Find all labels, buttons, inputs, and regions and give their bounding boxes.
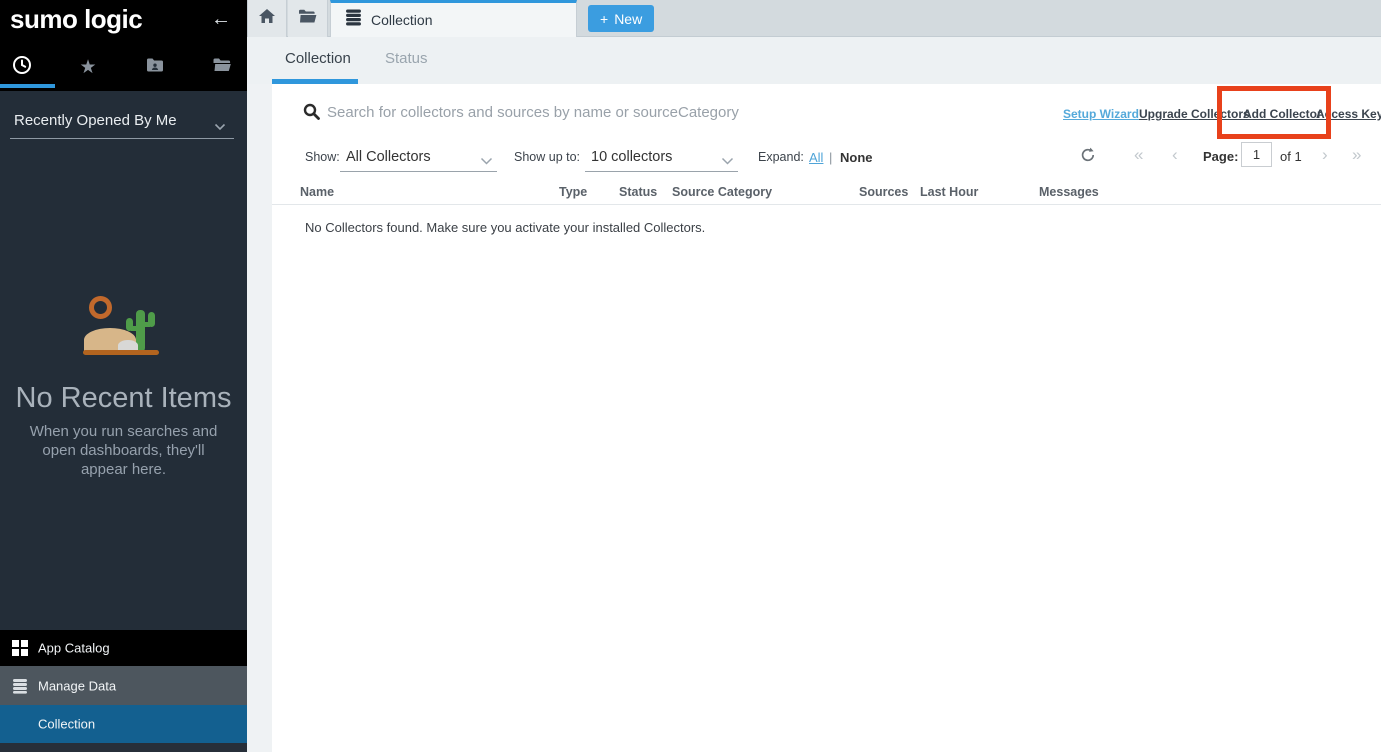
refresh-icon[interactable] xyxy=(1080,146,1096,168)
no-recent-items-subtitle: When you run searches and open dashboard… xyxy=(18,422,229,480)
favorites-tab[interactable]: ★ xyxy=(75,54,101,80)
open-folder-icon xyxy=(298,8,317,29)
search-input[interactable] xyxy=(327,98,847,126)
setup-wizard-link[interactable]: Setup Wizard xyxy=(1063,107,1139,121)
database-icon xyxy=(12,678,28,694)
sidebar-item-app-catalog[interactable]: App Catalog xyxy=(0,630,247,666)
show-label: Show: xyxy=(305,150,340,164)
prev-page-button[interactable]: ‹ xyxy=(1172,145,1178,165)
recent-filter-dropdown[interactable]: Recently Opened By Me xyxy=(10,108,234,139)
recent-filter-label: Recently Opened By Me xyxy=(14,112,177,129)
main-area: Collection + New Collection Status Setup… xyxy=(247,0,1381,752)
expand-all-link[interactable]: All xyxy=(809,150,823,165)
shared-folder-icon xyxy=(145,55,165,80)
sumo-logic-logo: sumo logic xyxy=(10,4,142,35)
show-dropdown-value: All Collectors xyxy=(346,149,431,165)
collection-content: Setup Wizard Upgrade Collectors Add Coll… xyxy=(272,84,1381,752)
tab-title: Collection xyxy=(371,12,432,28)
sidebar-bottom-strip xyxy=(0,743,247,752)
document-tab-strip: Collection + New xyxy=(247,0,1381,37)
column-header-last-hour[interactable]: Last Hour xyxy=(920,185,978,199)
home-button[interactable] xyxy=(247,0,287,37)
page-count-label: of 1 xyxy=(1280,149,1302,164)
library-tab[interactable] xyxy=(209,54,235,80)
chevron-down-icon xyxy=(721,153,734,169)
sidebar: sumo logic ← ★ xyxy=(0,0,247,752)
sidebar-nav-tabs: ★ xyxy=(0,48,247,88)
highlight-annotation-box xyxy=(1217,86,1331,139)
folder-icon xyxy=(212,55,232,80)
tab-status[interactable]: Status xyxy=(385,50,428,67)
first-page-button[interactable]: « xyxy=(1134,145,1143,165)
page-tab-bar: Collection Status xyxy=(247,37,1381,84)
next-page-button[interactable]: › xyxy=(1322,145,1328,165)
sidebar-item-label: Collection xyxy=(38,717,95,732)
column-header-type[interactable]: Type xyxy=(559,185,587,199)
new-button[interactable]: + New xyxy=(588,5,654,32)
table-header-row: Name Type Status Source Category Sources… xyxy=(272,182,1381,205)
database-icon xyxy=(345,9,362,31)
search-icon xyxy=(303,103,320,125)
last-page-button[interactable]: » xyxy=(1352,145,1361,165)
sidebar-item-label: Manage Data xyxy=(38,678,116,693)
sidebar-item-label: App Catalog xyxy=(38,641,110,656)
library-button[interactable] xyxy=(288,0,328,37)
sidebar-item-collection[interactable]: Collection xyxy=(0,705,247,743)
desert-illustration xyxy=(0,280,247,370)
show-up-to-label: Show up to: xyxy=(514,150,580,164)
recents-tab[interactable] xyxy=(9,54,35,80)
active-tab-indicator xyxy=(0,84,55,88)
shared-content-tab[interactable] xyxy=(142,54,168,80)
show-up-to-value: 10 collectors xyxy=(591,149,672,165)
no-recent-items-title: No Recent Items xyxy=(0,382,247,415)
column-header-name[interactable]: Name xyxy=(300,185,334,199)
page-number-input[interactable] xyxy=(1241,142,1272,167)
expand-none-link[interactable]: None xyxy=(840,150,873,165)
column-header-source-category[interactable]: Source Category xyxy=(672,185,772,199)
column-header-sources[interactable]: Sources xyxy=(859,185,908,199)
sidebar-header: sumo logic ← ★ xyxy=(0,0,247,91)
home-icon xyxy=(258,8,276,29)
empty-state-message: No Collectors found. Make sure you activ… xyxy=(305,220,705,235)
star-icon: ★ xyxy=(79,58,96,77)
ground-line xyxy=(83,350,159,355)
tab-collection[interactable]: Collection xyxy=(330,0,577,37)
app-window: sumo logic ← ★ xyxy=(0,0,1381,752)
plus-icon: + xyxy=(600,11,608,27)
column-header-status[interactable]: Status xyxy=(619,185,657,199)
sun-icon xyxy=(89,296,112,319)
left-gutter xyxy=(247,84,272,752)
column-header-messages[interactable]: Messages xyxy=(1039,185,1099,199)
divider: | xyxy=(829,150,832,165)
collapse-sidebar-icon[interactable]: ← xyxy=(211,8,231,31)
chevron-down-icon xyxy=(480,153,493,169)
grid-icon xyxy=(12,640,28,656)
expand-label: Expand: xyxy=(758,150,804,164)
show-up-to-dropdown[interactable]: 10 collectors xyxy=(585,144,738,172)
sidebar-item-manage-data[interactable]: Manage Data xyxy=(0,666,247,705)
page-label: Page: xyxy=(1203,149,1238,164)
clock-icon xyxy=(11,54,33,81)
show-dropdown[interactable]: All Collectors xyxy=(340,144,497,172)
chevron-down-icon xyxy=(214,118,226,135)
tab-collection-sub[interactable]: Collection xyxy=(285,50,351,67)
